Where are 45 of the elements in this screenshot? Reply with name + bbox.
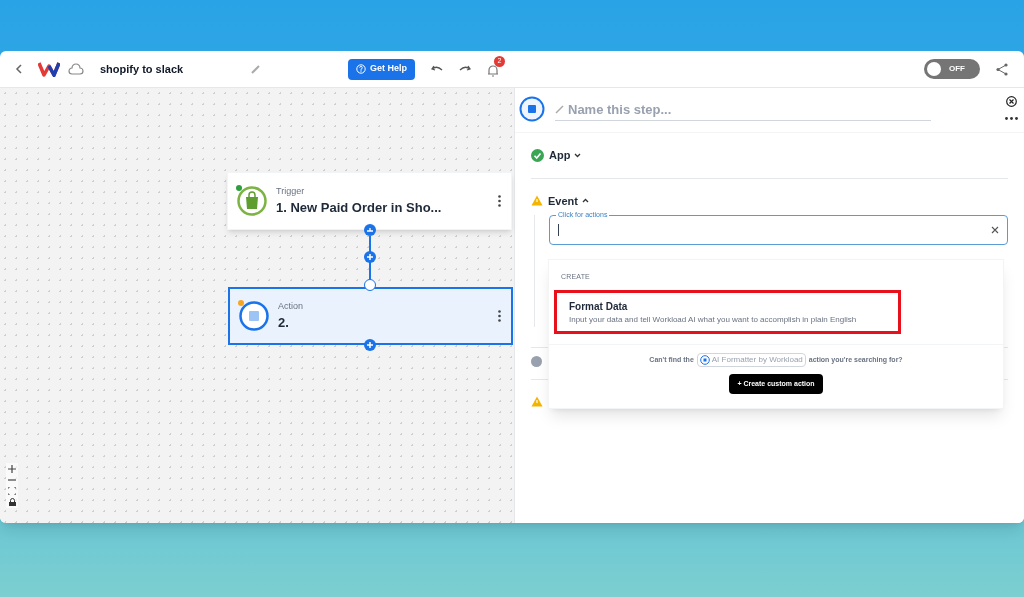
- more-icon[interactable]: [1005, 117, 1018, 120]
- pencil-icon: [555, 105, 564, 114]
- redo-icon[interactable]: [459, 64, 471, 74]
- section-toggle[interactable]: App: [549, 147, 582, 164]
- node-title: 2.: [278, 314, 290, 332]
- bell-icon[interactable]: [487, 64, 499, 77]
- node-title: 1. New Paid Order in Sho...: [276, 199, 443, 217]
- get-help-button[interactable]: Get Help: [348, 58, 415, 80]
- app-chip: AI Formatter by Workload: [696, 353, 806, 367]
- logo-icon: [38, 61, 60, 77]
- connector-handle-icon[interactable]: [364, 224, 376, 236]
- app-icon: [699, 355, 710, 365]
- on-off-toggle[interactable]: OFF: [924, 59, 980, 79]
- chevron-up-icon: [581, 198, 589, 204]
- trigger-node[interactable]: Trigger 1. New Paid Order in Sho...: [227, 172, 512, 230]
- chevron-down-icon: [574, 152, 582, 158]
- cloud-icon: [68, 63, 84, 75]
- more-icon[interactable]: [498, 310, 501, 322]
- step-app-icon: [519, 96, 545, 122]
- lock-icon[interactable]: [8, 498, 16, 506]
- share-icon[interactable]: [996, 62, 1008, 76]
- clear-icon[interactable]: [991, 226, 999, 234]
- warning-icon: [531, 195, 543, 207]
- zoom-out-icon[interactable]: [8, 476, 16, 484]
- add-step-icon[interactable]: [364, 339, 376, 351]
- fit-view-icon[interactable]: [8, 487, 16, 495]
- section-toggle[interactable]: Event: [548, 192, 589, 209]
- warning-icon: [531, 396, 543, 407]
- shopping-bag-icon: [236, 185, 268, 217]
- step-app-icon: [238, 300, 270, 332]
- check-icon: [531, 148, 544, 162]
- add-step-icon[interactable]: [364, 251, 376, 263]
- help-icon: [356, 64, 366, 74]
- action-option[interactable]: Format Data Input your data and tell Workload AI what you want to accomplish in plain English: [554, 290, 901, 334]
- node-type-label: Trigger: [276, 184, 306, 198]
- step-name-field[interactable]: Name this step...: [568, 99, 908, 120]
- workflow-name[interactable]: shopify to slack: [100, 60, 250, 78]
- close-icon[interactable]: [1006, 96, 1017, 107]
- zoom-in-icon[interactable]: [8, 465, 16, 473]
- undo-icon[interactable]: [431, 64, 443, 74]
- action-node[interactable]: Action 2.: [228, 287, 513, 345]
- more-icon[interactable]: [498, 195, 501, 207]
- step-number-icon: [531, 356, 542, 367]
- connection-point[interactable]: [364, 279, 376, 291]
- node-type-label: Action: [278, 299, 304, 313]
